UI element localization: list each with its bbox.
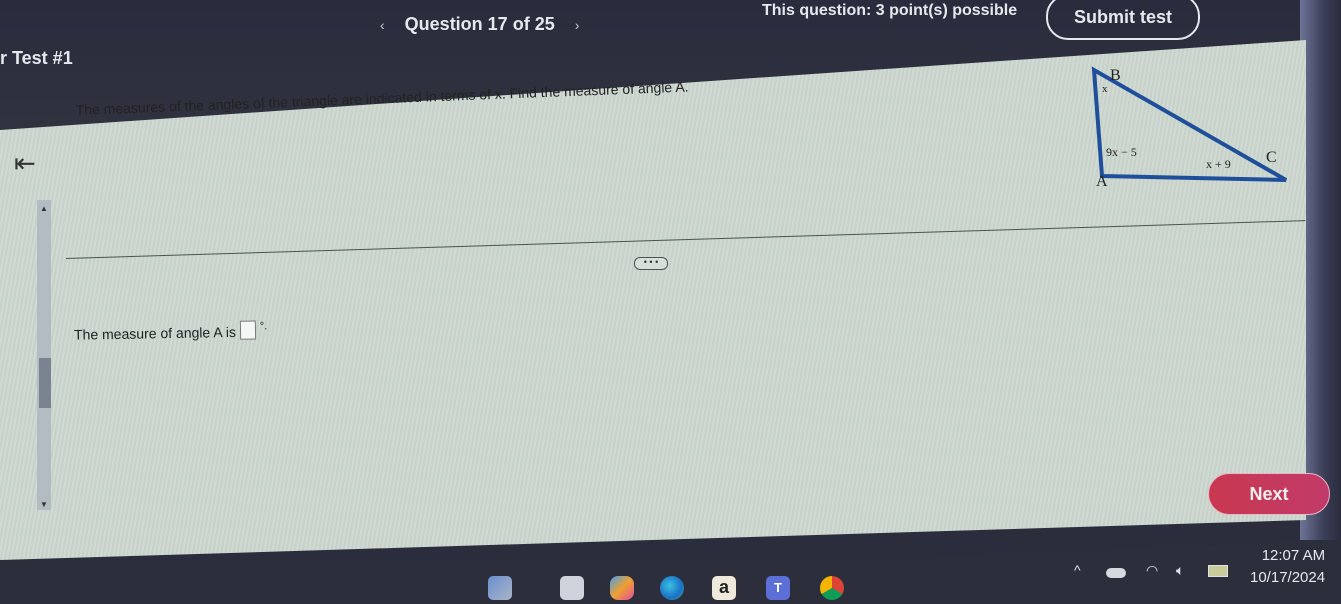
next-button[interactable]: Next xyxy=(1208,473,1330,515)
battery-icon[interactable] xyxy=(1208,565,1228,577)
scroll-up-icon[interactable]: ▲ xyxy=(40,204,48,213)
clock-date: 10/17/2024 xyxy=(1250,569,1326,586)
points-info: This question: 3 point(s) possible xyxy=(762,2,1018,19)
degree-suffix: °. xyxy=(259,320,268,333)
scrollbar[interactable] xyxy=(37,200,51,510)
submit-test-button[interactable]: Submit test xyxy=(1046,0,1200,40)
vertex-label-b: B xyxy=(1110,67,1121,84)
onedrive-cloud-icon[interactable] xyxy=(1106,568,1126,578)
answer-row: The measure of angle A is °. xyxy=(74,320,268,342)
widgets-icon[interactable] xyxy=(488,576,512,600)
more-options-button[interactable]: • • • xyxy=(634,257,668,270)
clock-time: 12:07 AM xyxy=(1261,547,1326,564)
triangle-shape xyxy=(1091,66,1287,182)
triangle-figure: B x 9x − 5 A x + 9 C xyxy=(1091,66,1287,188)
previous-question-button[interactable]: ‹ xyxy=(380,17,385,33)
volume-icon[interactable]: 🔈︎ xyxy=(1176,562,1184,579)
system-clock[interactable]: 12:07 AM 10/17/2024 xyxy=(1250,545,1325,589)
tray-chevron-icon[interactable]: ^ xyxy=(1074,562,1081,578)
amazon-icon[interactable]: a xyxy=(712,576,736,600)
wifi-icon[interactable]: ◠ xyxy=(1146,562,1158,579)
scrollbar-thumb[interactable] xyxy=(39,358,51,408)
chrome-icon[interactable] xyxy=(820,576,844,600)
angle-label-a: 9x − 5 xyxy=(1106,145,1137,159)
answer-prefix: The measure of angle A is xyxy=(73,323,237,343)
scroll-down-icon[interactable]: ▼ xyxy=(40,500,48,509)
collapse-arrow-icon[interactable]: ⇤ xyxy=(14,148,36,179)
edge-icon[interactable] xyxy=(660,576,684,600)
question-counter: Question 17 of 25 xyxy=(404,14,555,34)
angle-label-c: x + 9 xyxy=(1206,157,1231,171)
question-navigator: ‹ Question 17 of 25 › xyxy=(380,14,579,35)
file-explorer-icon[interactable] xyxy=(560,576,584,600)
answer-input[interactable] xyxy=(239,320,257,340)
next-question-chevron-button[interactable]: › xyxy=(575,17,580,33)
copilot-icon[interactable] xyxy=(610,576,634,600)
vertex-label-c: C xyxy=(1266,149,1277,166)
teams-icon[interactable]: T xyxy=(766,576,790,600)
angle-label-b: x xyxy=(1102,83,1108,95)
vertex-label-a: A xyxy=(1096,173,1108,188)
test-title: r Test #1 xyxy=(0,48,73,68)
